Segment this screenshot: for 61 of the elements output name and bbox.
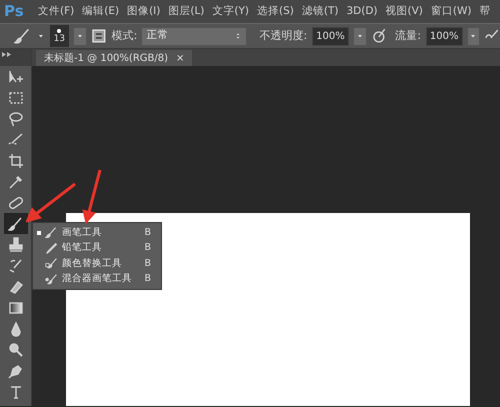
menu-item[interactable]: 滤镜(T)	[302, 4, 338, 20]
shortcut-key: B	[144, 256, 161, 271]
menu-item[interactable]: 编辑(E)	[82, 4, 120, 20]
dropdown-button[interactable]	[468, 28, 480, 44]
opacity-field[interactable]: 100%	[312, 26, 349, 46]
history-brush-icon	[8, 258, 24, 274]
brush-preset-button[interactable]: 13	[50, 25, 70, 47]
marquee-icon	[8, 90, 24, 106]
brush-icon	[45, 226, 58, 240]
menu-item[interactable]: 选择(S)	[257, 4, 294, 20]
bandage-icon	[8, 194, 24, 210]
pencil-icon	[45, 242, 58, 255]
tool-option[interactable]: 画笔工具	[62, 226, 140, 240]
opacity-label: 不透明度:	[259, 28, 308, 44]
brush-tool-button[interactable]	[4, 213, 28, 234]
stamp-icon	[8, 236, 24, 252]
caret-icon	[469, 32, 478, 40]
close-button[interactable]: ×	[176, 50, 184, 66]
mode-label: 模式:	[112, 28, 138, 44]
menu-item[interactable]: 视图(V)	[386, 4, 423, 20]
mixer-brush-icon	[45, 272, 58, 286]
move-icon	[8, 68, 24, 84]
flow-label: 流量:	[395, 28, 421, 44]
shortcut-key: B	[144, 226, 161, 240]
brush-icon	[14, 27, 32, 45]
pen-icon	[8, 362, 24, 378]
dropdown-button[interactable]	[74, 28, 86, 44]
updown-icon	[234, 31, 242, 41]
mode-select[interactable]: 正常	[142, 28, 246, 44]
flow-field[interactable]: 100%	[426, 26, 463, 46]
brush-icon	[8, 216, 24, 232]
menu-item[interactable]: 窗口(W)	[430, 4, 472, 20]
app-logo: Ps	[4, 1, 25, 22]
document-title: 未标题-1 @ 100%(RGB/8)	[44, 52, 168, 66]
menu-item[interactable]: 图像(I)	[127, 4, 160, 20]
dropdown-button[interactable]	[354, 28, 366, 44]
gradient-icon	[8, 300, 24, 316]
menu-item[interactable]: 图层(L)	[168, 4, 204, 20]
shortcut-key: B	[144, 241, 161, 256]
document-tab[interactable]: 未标题-1 @ 100%(RGB/8) ×	[36, 50, 192, 66]
tool-option[interactable]: 颜色替换工具	[62, 256, 140, 271]
eraser-icon	[8, 278, 24, 294]
brush-tip-icon	[55, 27, 64, 35]
selection-brush-icon	[8, 132, 24, 148]
shortcut-key: B	[144, 272, 161, 286]
brush-panel-icon	[90, 28, 107, 44]
menu-item[interactable]: 帮	[480, 4, 490, 20]
panel-collapse-icon[interactable]	[2, 52, 11, 58]
brush-size: 13	[54, 35, 66, 44]
menu-item[interactable]: 3D(D)	[346, 4, 378, 20]
dodge-icon	[8, 342, 24, 358]
menu-item[interactable]: 文件(F)	[38, 4, 74, 20]
color-replace-brush-icon	[45, 257, 58, 270]
lasso-icon	[8, 110, 24, 126]
caret-icon	[76, 32, 84, 40]
tool-option[interactable]: 铅笔工具	[62, 241, 140, 256]
caret-icon	[356, 32, 364, 40]
menu-item[interactable]: 文字(Y)	[212, 4, 250, 20]
crop-icon	[8, 152, 24, 168]
tool-option[interactable]: 混合器画笔工具	[62, 272, 140, 286]
mode-value: 正常	[146, 28, 168, 44]
